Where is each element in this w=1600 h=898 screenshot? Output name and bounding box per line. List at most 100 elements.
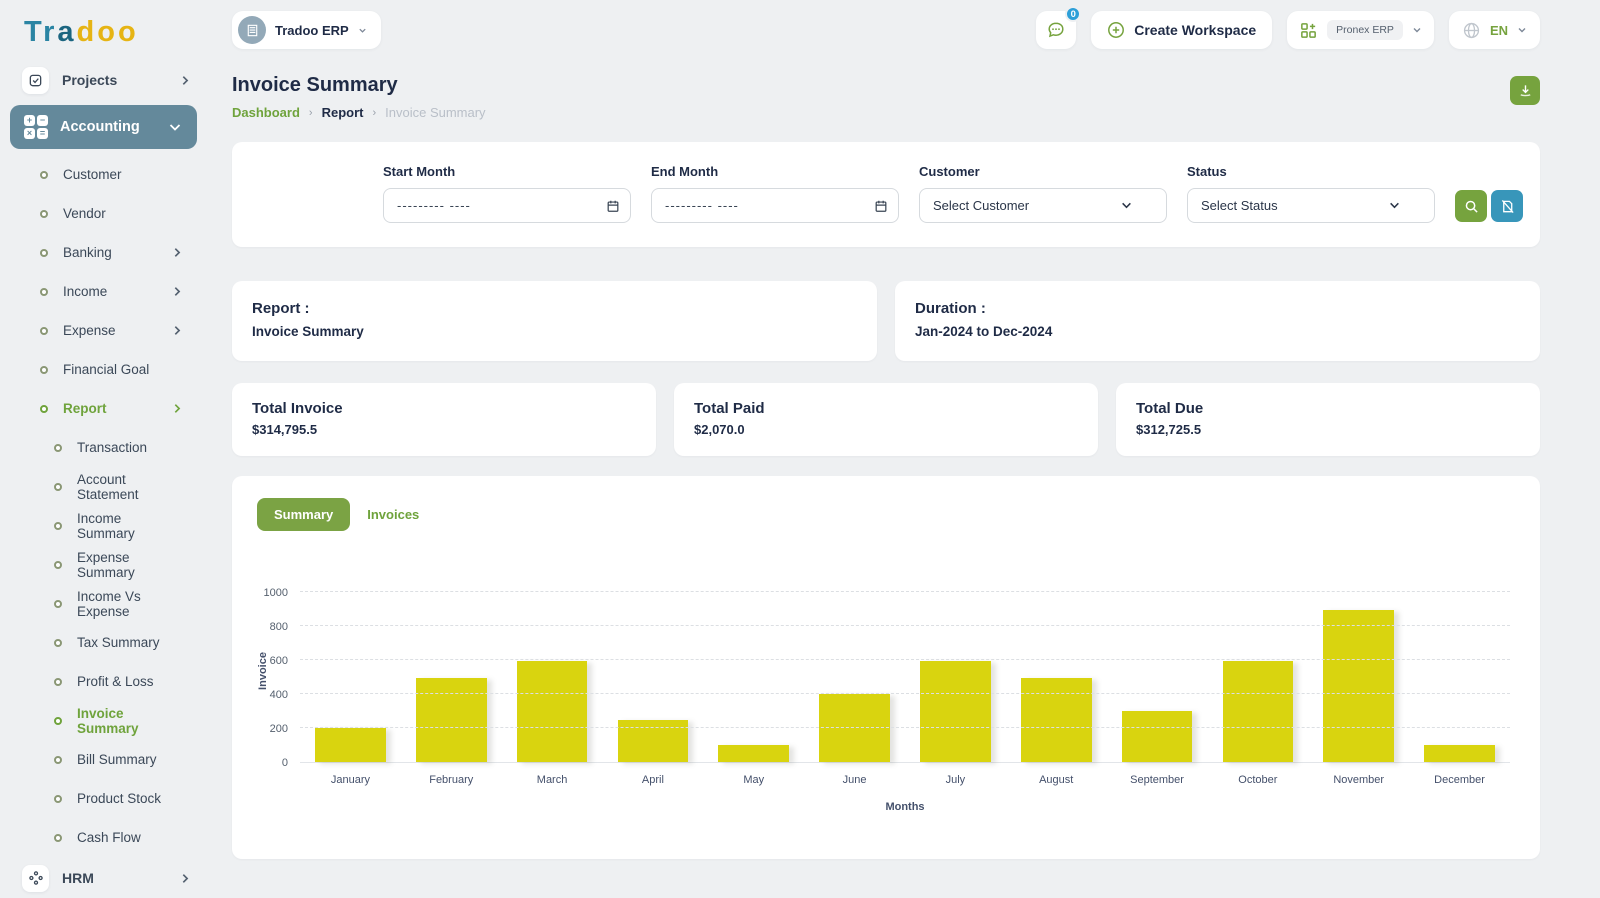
chart-gridline bbox=[300, 659, 1510, 660]
clear-filter-button[interactable] bbox=[1491, 190, 1523, 222]
filter-panel: Start Month End Month Customer Select Cu… bbox=[232, 142, 1540, 247]
chat-badge: 0 bbox=[1065, 6, 1082, 22]
topbar-actions: 0 Create Workspace Pronex ERP EN bbox=[1036, 6, 1540, 49]
report-card: Report : Invoice Summary bbox=[232, 281, 877, 361]
dot-icon bbox=[54, 482, 62, 491]
sidebar-item-vendor[interactable]: Vendor bbox=[0, 194, 206, 233]
total-label: Total Paid bbox=[694, 400, 765, 417]
x-axis-label: November bbox=[1333, 774, 1385, 786]
x-axis-label: May bbox=[743, 774, 765, 786]
totals-row: Total Invoice $314,795.5 Total Paid $2,070.… bbox=[232, 383, 1540, 456]
dot-icon bbox=[54, 794, 62, 803]
chart-bar-july bbox=[920, 660, 991, 762]
chart-bar-slot bbox=[401, 593, 502, 762]
chart-bar-december bbox=[1424, 745, 1495, 762]
sidebar-item-profit-loss[interactable]: Profit & Loss bbox=[0, 662, 206, 701]
app-root: Tradoo Projects + − × = Accounting Customer Ven… bbox=[0, 0, 1600, 898]
report-info-row: Report : Invoice Summary Duration : Jan-… bbox=[232, 281, 1540, 361]
chart-plot-area: 0 200 400 600 800 1000 bbox=[264, 587, 1510, 769]
customer-select[interactable]: Select Customer bbox=[919, 188, 1167, 223]
chat-button[interactable]: 0 bbox=[1036, 6, 1082, 49]
dot-icon bbox=[40, 248, 48, 257]
y-axis-tick-label: 0 bbox=[281, 757, 288, 769]
breadcrumb-dashboard[interactable]: Dashboard bbox=[232, 105, 300, 120]
sidebar-item-invoice-summary[interactable]: Invoice Summary bbox=[0, 701, 206, 740]
breadcrumb-report[interactable]: Report bbox=[322, 105, 364, 120]
sidebar-item-product-stock[interactable]: Product Stock bbox=[0, 779, 206, 818]
total-value: $2,070.0 bbox=[694, 422, 745, 437]
sidebar-item-tax-summary[interactable]: Tax Summary bbox=[0, 623, 206, 662]
sidebar-item-income[interactable]: Income bbox=[0, 272, 206, 311]
checkbox-icon bbox=[22, 66, 49, 94]
y-axis-tick-label: 200 bbox=[269, 723, 288, 735]
sidebar-item-income-vs-expense[interactable]: Income Vs Expense bbox=[0, 584, 206, 623]
chevron-down-icon bbox=[358, 26, 367, 35]
sidebar-item-transaction[interactable]: Transaction bbox=[0, 428, 206, 467]
sidebar-item-financial-goal[interactable]: Financial Goal bbox=[0, 350, 206, 389]
download-button[interactable] bbox=[1510, 76, 1540, 105]
customer-select-value: Select Customer bbox=[933, 198, 1030, 213]
erp-selector[interactable]: Pronex ERP bbox=[1287, 11, 1434, 49]
status-select[interactable]: Select Status bbox=[1187, 188, 1435, 223]
create-workspace-button[interactable]: Create Workspace bbox=[1091, 11, 1273, 49]
dot-icon bbox=[54, 599, 62, 608]
chart-bar-slot bbox=[804, 593, 905, 762]
end-month-input[interactable] bbox=[651, 188, 899, 223]
chart-card: Summary Invoices Invoice 0 200 400 600 800 100… bbox=[232, 476, 1540, 859]
tab-summary[interactable]: Summary bbox=[257, 498, 351, 531]
x-axis-label: October bbox=[1238, 774, 1278, 786]
chart-bar-march bbox=[516, 660, 588, 762]
brand-logo[interactable]: Tradoo bbox=[0, 10, 206, 59]
chevron-down-icon bbox=[1122, 202, 1131, 209]
tab-invoices[interactable]: Invoices bbox=[367, 507, 419, 522]
x-axis-title: Months bbox=[885, 801, 925, 813]
chart-bar-slot bbox=[602, 593, 703, 762]
end-month-field: End Month bbox=[651, 164, 899, 223]
sidebar-item-accounting[interactable]: + − × = Accounting bbox=[10, 105, 197, 149]
chart-gridline bbox=[300, 693, 1510, 694]
chevron-down-icon bbox=[1517, 25, 1527, 35]
dot-icon bbox=[54, 443, 62, 452]
start-month-input[interactable] bbox=[383, 188, 631, 223]
status-select-value: Select Status bbox=[1201, 198, 1278, 213]
logo-text-gold: doo bbox=[76, 16, 139, 48]
language-selector[interactable]: EN bbox=[1448, 11, 1540, 49]
sidebar-item-label: Tax Summary bbox=[77, 635, 160, 650]
page-header: Invoice Summary Dashboard › Report › Inv… bbox=[232, 74, 1540, 120]
calculator-icon: + − × = bbox=[24, 115, 48, 139]
chart-bar-november bbox=[1323, 609, 1394, 762]
workspace-label: Tradoo ERP bbox=[275, 22, 349, 38]
dot-icon bbox=[40, 170, 48, 179]
chart-bar-slot bbox=[1308, 593, 1409, 762]
dot-icon bbox=[54, 716, 62, 725]
x-axis-label: February bbox=[429, 774, 474, 786]
duration-value: Jan-2024 to Dec-2024 bbox=[915, 324, 1053, 339]
sidebar-item-banking[interactable]: Banking bbox=[0, 233, 206, 272]
report-tabs: Summary Invoices bbox=[232, 498, 1540, 531]
sidebar-item-expense[interactable]: Expense bbox=[0, 311, 206, 350]
language-label: EN bbox=[1489, 22, 1508, 38]
search-button[interactable] bbox=[1455, 190, 1487, 222]
dot-icon bbox=[54, 833, 62, 842]
sidebar-item-label: Accounting bbox=[60, 119, 140, 135]
x-axis-label: August bbox=[1039, 774, 1074, 786]
sidebar-item-customer[interactable]: Customer bbox=[0, 155, 206, 194]
sidebar-item-bill-summary[interactable]: Bill Summary bbox=[0, 740, 206, 779]
sidebar-item-label: Expense Summary bbox=[77, 549, 135, 580]
workspace-selector[interactable]: Tradoo ERP bbox=[232, 11, 381, 49]
chevron-right-icon bbox=[173, 325, 182, 336]
sidebar-item-account-statement[interactable]: Account Statement bbox=[0, 467, 206, 506]
dot-icon bbox=[54, 521, 62, 530]
sidebar-item-hrm[interactable]: HRM bbox=[0, 857, 206, 898]
total-label: Total Due bbox=[1136, 400, 1204, 417]
sidebar-item-income-summary[interactable]: Income Summary bbox=[0, 506, 206, 545]
logo-text-dark: a bbox=[57, 16, 77, 48]
sidebar-item-projects[interactable]: Projects bbox=[0, 59, 206, 101]
chart-gridline bbox=[300, 625, 1510, 626]
sidebar-item-expense-summary[interactable]: Expense Summary bbox=[0, 545, 206, 584]
sidebar-item-report[interactable]: Report bbox=[0, 389, 206, 428]
chart-bar-slot bbox=[300, 593, 401, 762]
end-month-label: End Month bbox=[651, 164, 719, 179]
sidebar-item-cash-flow[interactable]: Cash Flow bbox=[0, 818, 206, 857]
dot-icon bbox=[40, 365, 48, 374]
